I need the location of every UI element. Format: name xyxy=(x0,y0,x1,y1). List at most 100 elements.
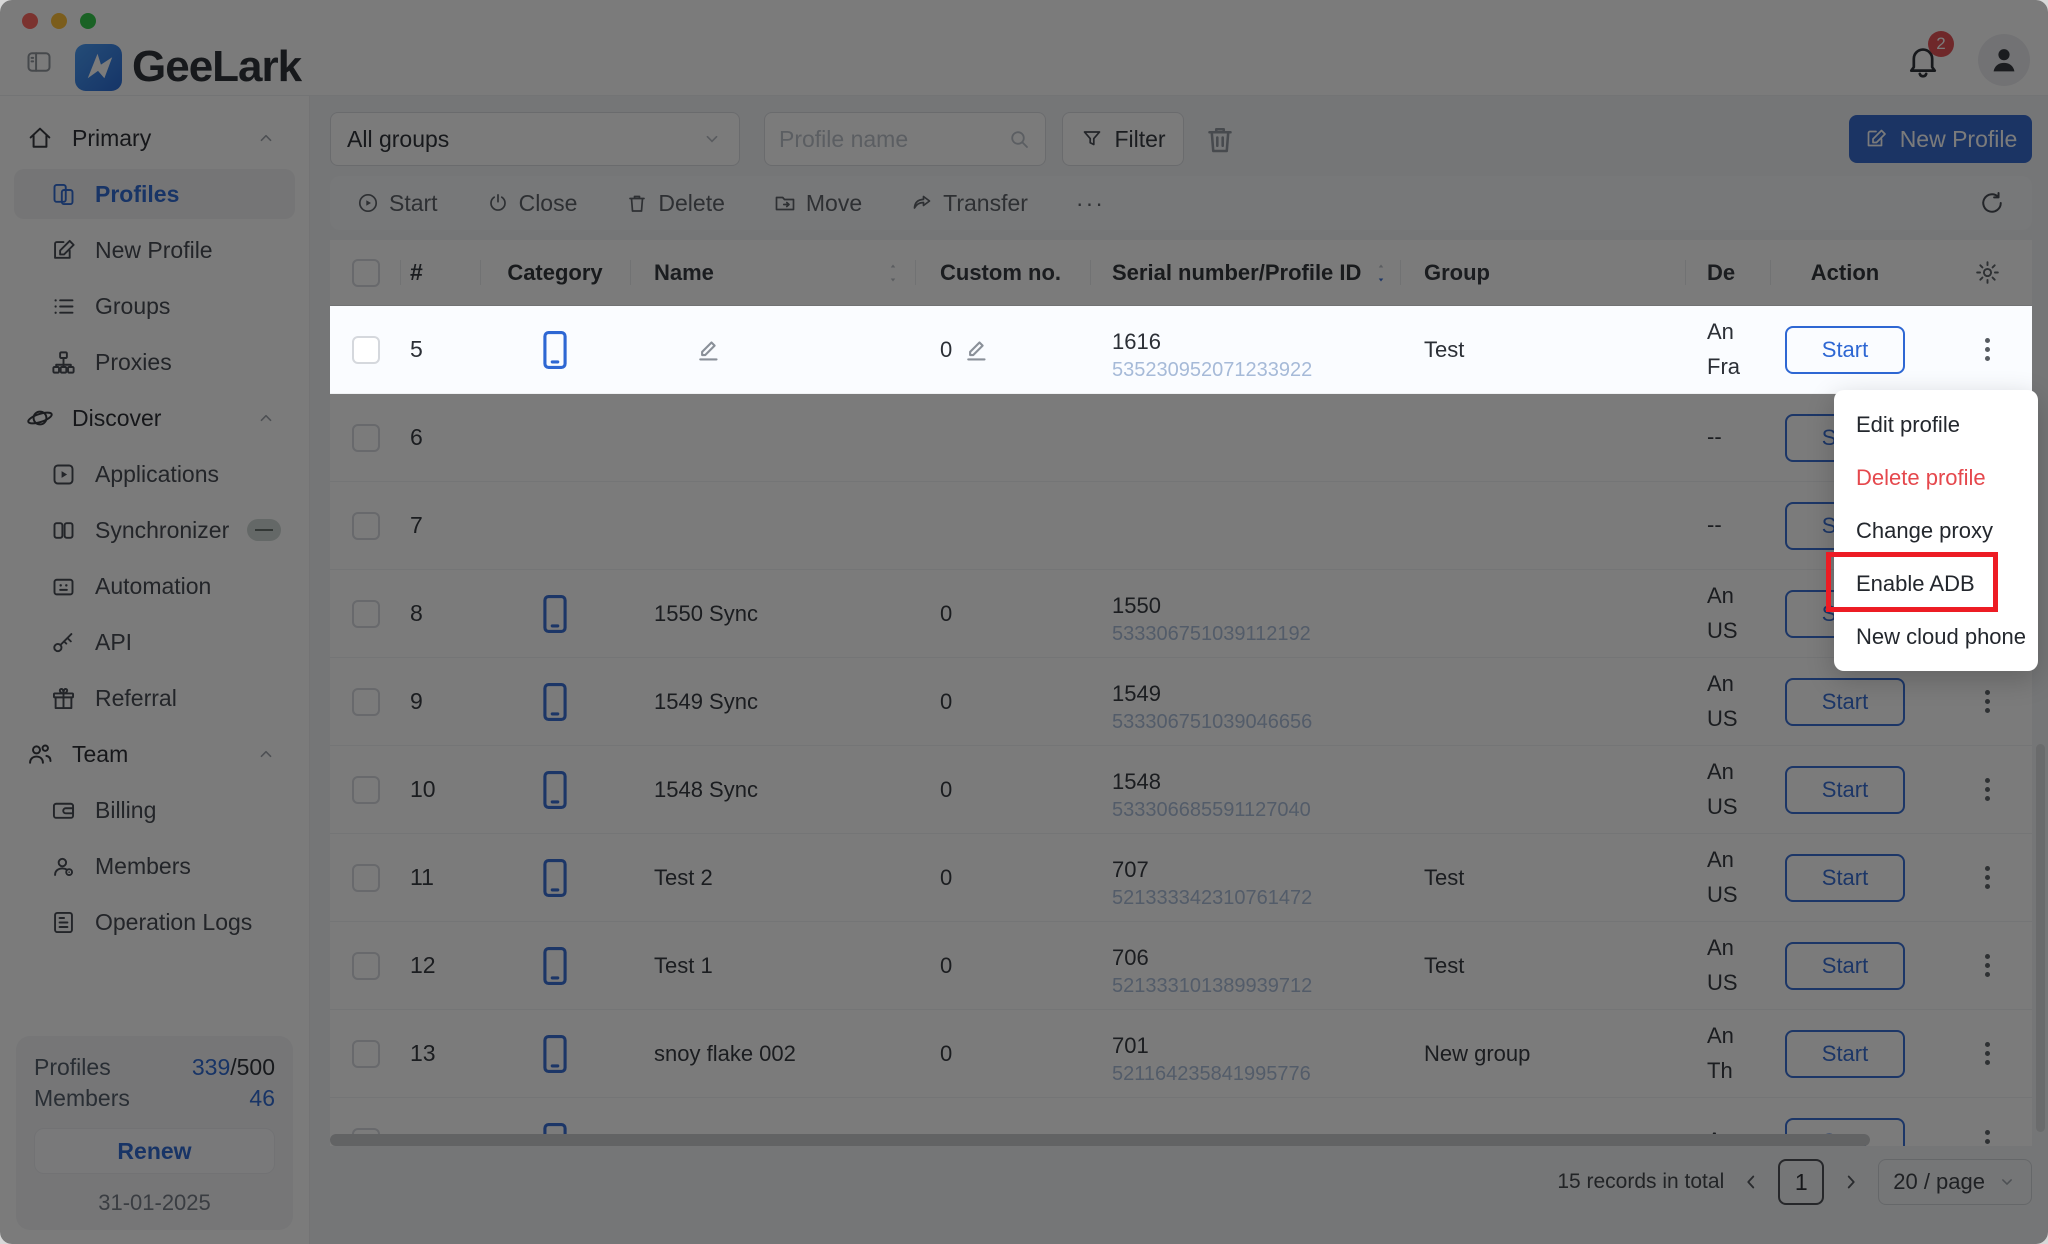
table-row: 7--Start xyxy=(330,482,2032,570)
gear-icon[interactable] xyxy=(1974,259,2001,286)
row-menu-kebab[interactable] xyxy=(1979,1036,1996,1071)
section-label: Discover xyxy=(72,405,161,432)
menu-item-enable-adb[interactable]: Enable ADB xyxy=(1834,557,2038,610)
start-profile-button[interactable]: Start xyxy=(1785,854,1905,902)
toolbar-move-button[interactable]: Move xyxy=(773,190,862,217)
page-size-select[interactable]: 20 / page xyxy=(1878,1159,2032,1205)
row-checkbox[interactable] xyxy=(352,952,380,980)
row-number: 7 xyxy=(400,482,480,569)
group-cell xyxy=(1400,570,1685,657)
group-cell xyxy=(1400,746,1685,833)
row-checkbox[interactable] xyxy=(352,600,380,628)
vertical-scrollbar[interactable] xyxy=(2036,744,2045,1132)
col-header-name[interactable]: Name xyxy=(630,240,915,305)
sidebar-item-groups[interactable]: Groups xyxy=(0,278,309,334)
next-page-icon[interactable] xyxy=(1840,1171,1862,1193)
new-profile-button[interactable]: New Profile xyxy=(1849,115,2032,163)
sidebar-item-operation-logs[interactable]: Operation Logs xyxy=(0,894,309,950)
table-row: 101548 Sync01548533306685591127040AnUSSt… xyxy=(330,746,2032,834)
zoom-window-button[interactable] xyxy=(80,13,96,29)
profiles-table: #CategoryName Custom no.Serial number/Pr… xyxy=(330,240,2032,1146)
start-profile-button[interactable]: Start xyxy=(1785,766,1905,814)
close-icon xyxy=(486,191,510,215)
toolbar-transfer-button[interactable]: Transfer xyxy=(910,190,1028,217)
sidebar-section-discover[interactable]: Discover xyxy=(0,390,309,446)
sidebar-item-referral[interactable]: Referral xyxy=(0,670,309,726)
row-menu-kebab[interactable] xyxy=(1979,948,1996,983)
toolbar-start-button[interactable]: Start xyxy=(356,190,438,217)
page-number-button[interactable]: 1 xyxy=(1778,1159,1824,1205)
profiles-usage-label: Profiles xyxy=(34,1052,111,1083)
window-controls xyxy=(22,13,96,29)
operation-logs-icon xyxy=(50,909,77,936)
refresh-icon[interactable] xyxy=(1978,189,2006,217)
caret-down-icon xyxy=(1373,273,1389,284)
row-checkbox[interactable] xyxy=(352,1040,380,1068)
row-checkbox[interactable] xyxy=(352,688,380,716)
sidebar-item-label: Billing xyxy=(95,797,156,824)
chevron-up-icon xyxy=(255,743,277,765)
filter-button[interactable]: Filter xyxy=(1062,112,1184,166)
edit-name-icon[interactable] xyxy=(694,335,724,365)
profile-name-cell xyxy=(630,394,915,481)
user-avatar[interactable] xyxy=(1978,34,2030,86)
edit-custom-no-icon[interactable] xyxy=(962,335,992,365)
select-all-checkbox[interactable] xyxy=(352,259,380,287)
row-checkbox[interactable] xyxy=(352,776,380,804)
sidebar-item-members[interactable]: Members xyxy=(0,838,309,894)
search-icon xyxy=(1007,127,1031,151)
sidebar-item-applications[interactable]: Applications xyxy=(0,446,309,502)
sort-icons[interactable] xyxy=(885,262,901,284)
row-checkbox[interactable] xyxy=(352,336,380,364)
col-header-serial[interactable]: Serial number/Profile ID xyxy=(1090,240,1400,305)
row-menu-kebab[interactable] xyxy=(1979,860,1996,895)
row-menu-kebab[interactable] xyxy=(1979,684,1996,719)
menu-item-new-cloud-phone[interactable]: New cloud phone xyxy=(1834,610,2038,663)
toolbar-delete-button[interactable]: Delete xyxy=(625,190,724,217)
start-profile-button[interactable]: Start xyxy=(1785,326,1905,374)
row-menu-kebab[interactable] xyxy=(1979,1124,1996,1146)
sidebar-item-api[interactable]: API xyxy=(0,614,309,670)
minimize-window-button[interactable] xyxy=(51,13,67,29)
sidebar-item-new-profile[interactable]: New Profile xyxy=(0,222,309,278)
profile-name-search-input[interactable]: Profile name xyxy=(764,112,1046,166)
row-checkbox[interactable] xyxy=(352,512,380,540)
sidebar-item-profiles[interactable]: Profiles xyxy=(14,169,295,219)
device-cell: AnUS xyxy=(1707,667,1738,735)
device-cell: AnUS xyxy=(1707,755,1738,823)
row-checkbox[interactable] xyxy=(352,864,380,892)
row-checkbox[interactable] xyxy=(352,424,380,452)
members-usage-label: Members xyxy=(34,1083,130,1114)
prev-page-icon[interactable] xyxy=(1740,1171,1762,1193)
menu-item-delete-profile[interactable]: Delete profile xyxy=(1834,451,2038,504)
sidebar-section-team[interactable]: Team xyxy=(0,726,309,782)
profile-name-cell: snoy flake 002 xyxy=(630,1010,915,1097)
row-number: 6 xyxy=(400,394,480,481)
sidebar-item-proxies[interactable]: Proxies xyxy=(0,334,309,390)
sidebar-section-primary[interactable]: Primary xyxy=(0,110,309,166)
sidebar-item-billing[interactable]: Billing xyxy=(0,782,309,838)
row-menu-kebab[interactable] xyxy=(1979,332,1996,367)
toolbar-more-button[interactable]: ··· xyxy=(1076,190,1105,217)
serial-cell: 1550533306751039112192 xyxy=(1112,578,1311,650)
horizontal-scrollbar[interactable] xyxy=(330,1134,1870,1146)
close-window-button[interactable] xyxy=(22,13,38,29)
menu-item-change-proxy[interactable]: Change proxy xyxy=(1834,504,2038,557)
menu-item-edit-profile[interactable]: Edit profile xyxy=(1834,398,2038,451)
sidebar-toggle-icon[interactable] xyxy=(24,48,54,76)
group-select[interactable]: All groups xyxy=(330,112,740,166)
start-profile-button[interactable]: Start xyxy=(1785,678,1905,726)
notifications-bell-icon[interactable]: 2 xyxy=(1904,41,1942,79)
sidebar-item-synchronizer[interactable]: Synchronizer xyxy=(0,502,309,558)
start-profile-button[interactable]: Start xyxy=(1785,942,1905,990)
cloud-phone-icon xyxy=(533,944,577,988)
sidebar-item-automation[interactable]: Automation xyxy=(0,558,309,614)
row-menu-kebab[interactable] xyxy=(1979,772,1996,807)
renew-button[interactable]: Renew xyxy=(34,1128,275,1174)
toolbar-close-button[interactable]: Close xyxy=(486,190,578,217)
start-profile-button[interactable]: Start xyxy=(1785,1030,1905,1078)
recycle-bin-icon[interactable] xyxy=(1202,121,1238,157)
table-row: 6--Start xyxy=(330,394,2032,482)
chevron-down-icon xyxy=(701,128,723,150)
sort-icons[interactable] xyxy=(1373,262,1389,284)
